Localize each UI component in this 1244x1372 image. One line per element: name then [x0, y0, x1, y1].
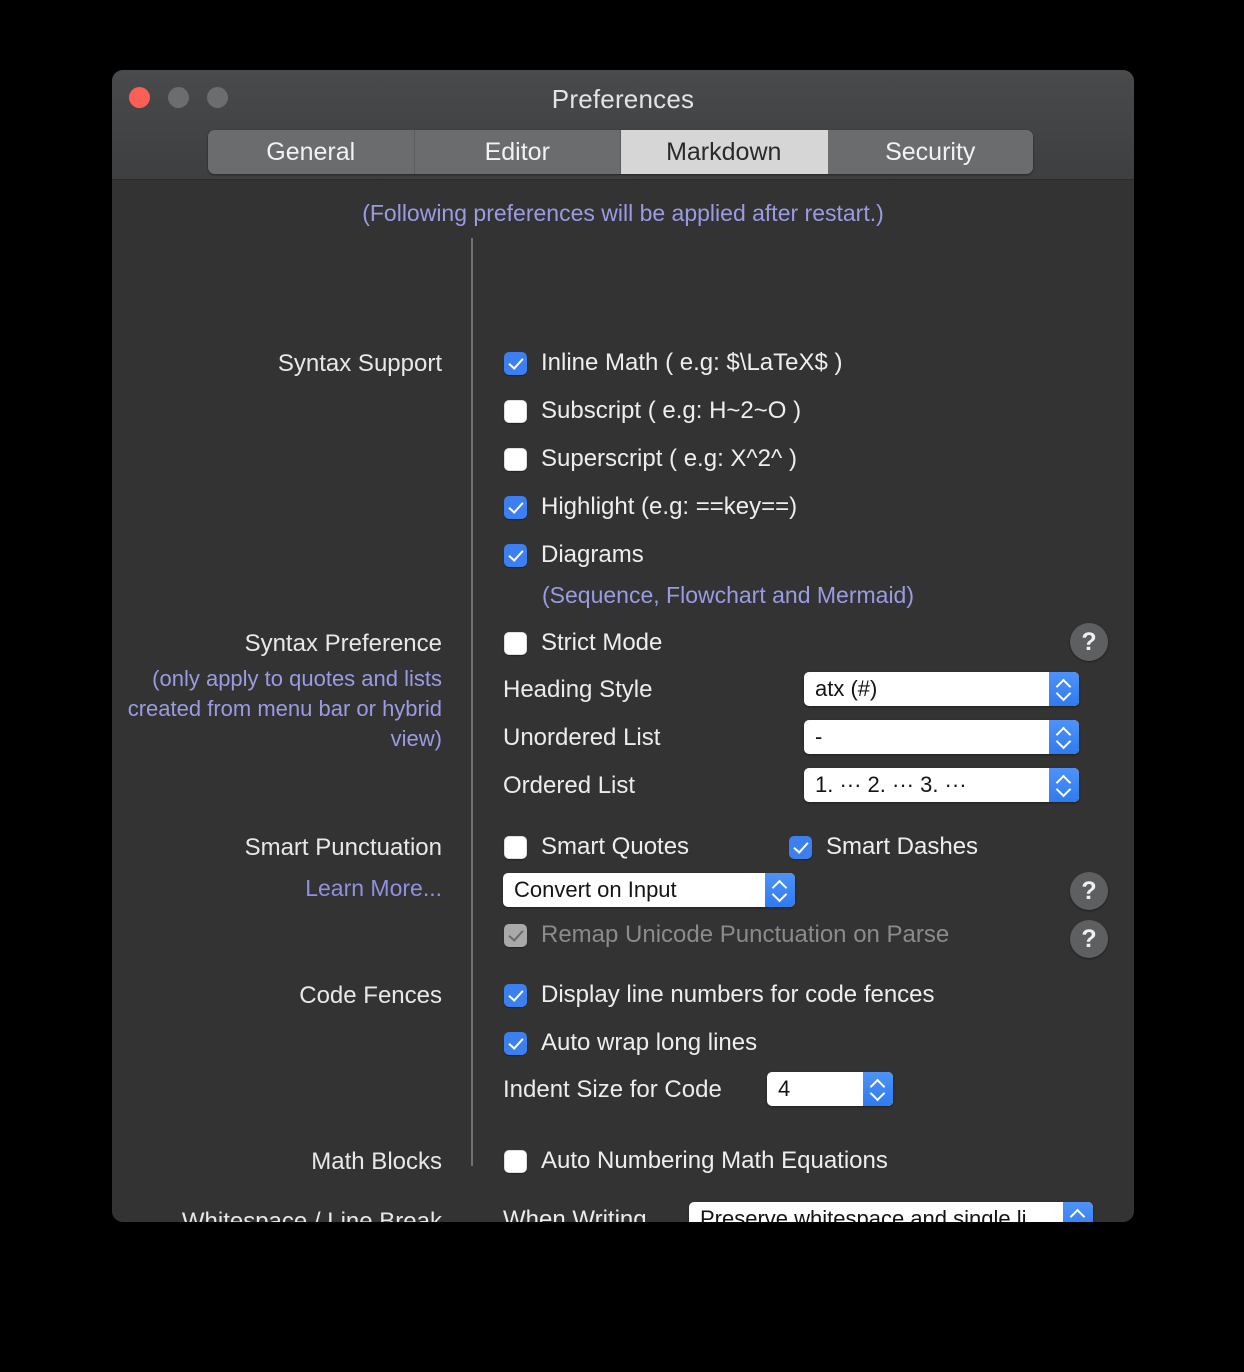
checkbox-subscript[interactable]: Subscript ( e.g: H~2~O ) — [504, 397, 801, 425]
select-value: atx (#) — [815, 676, 878, 701]
checkbox-inline-math[interactable]: Inline Math ( e.g: $\LaTeX$ ) — [504, 349, 843, 377]
checkbox-display-line-numbers[interactable]: Display line numbers for code fences — [504, 981, 935, 1009]
checkbox-auto-wrap-long-lines[interactable]: Auto wrap long lines — [504, 1029, 757, 1057]
chevron-updown-icon — [765, 873, 795, 907]
learn-more-smart-punctuation[interactable]: Learn More... — [112, 875, 442, 902]
checkbox-label: Superscript ( e.g: X^2^ ) — [541, 445, 797, 472]
field-label-unordered-list: Unordered List — [503, 724, 661, 751]
help-button-smart-punctuation[interactable]: ? — [1070, 872, 1108, 910]
checkbox-box-icon — [504, 543, 527, 567]
select-heading-style[interactable]: atx (#) — [804, 672, 1079, 706]
checkbox-remap-unicode-punctuation: Remap Unicode Punctuation on Parse — [504, 921, 949, 949]
field-label-indent-size: Indent Size for Code — [503, 1076, 722, 1103]
stepper-value: 4 — [778, 1076, 791, 1101]
checkbox-label: Subscript ( e.g: H~2~O ) — [541, 397, 802, 424]
field-label-heading-style: Heading Style — [503, 676, 653, 703]
chevron-updown-icon — [1049, 672, 1079, 706]
tab-security[interactable]: Security — [827, 130, 1033, 174]
checkbox-label: Auto Numbering Math Equations — [541, 1147, 888, 1174]
select-convert-mode[interactable]: Convert on Input — [503, 873, 795, 907]
tab-markdown[interactable]: Markdown — [621, 130, 828, 174]
checkbox-box-icon — [504, 835, 527, 859]
checkbox-box-icon — [504, 495, 527, 519]
checkbox-label: Diagrams — [541, 541, 644, 568]
checkbox-box-icon — [504, 923, 527, 947]
checkbox-smart-dashes[interactable]: Smart Dashes — [789, 833, 978, 861]
checkbox-label: Inline Math ( e.g: $\LaTeX$ ) — [541, 349, 843, 376]
checkbox-box-icon — [504, 1031, 527, 1055]
checkbox-smart-quotes[interactable]: Smart Quotes — [504, 833, 689, 861]
chevron-updown-icon — [863, 1072, 893, 1106]
preferences-tabbar: General Editor Markdown Security — [208, 130, 1033, 174]
checkbox-auto-numbering-math[interactable]: Auto Numbering Math Equations — [504, 1147, 888, 1175]
window-title: Preferences — [551, 84, 695, 114]
section-sublabel-syntax-preference: (only apply to quotes and lists created … — [127, 666, 442, 751]
select-value: Convert on Input — [514, 877, 677, 902]
tab-editor[interactable]: Editor — [414, 130, 621, 174]
checkbox-box-icon — [504, 1149, 527, 1173]
diagrams-note: (Sequence, Flowchart and Mermaid) — [542, 582, 914, 608]
help-button-remap-unicode[interactable]: ? — [1070, 920, 1108, 958]
select-unordered-list[interactable]: - — [804, 720, 1079, 754]
tab-general[interactable]: General — [208, 130, 415, 174]
section-label-syntax-preference: Syntax Preference — [244, 630, 442, 657]
select-value: - — [815, 724, 823, 749]
column-divider — [471, 238, 473, 1166]
select-when-writing[interactable]: Preserve whitespace and single li — [689, 1202, 1093, 1222]
checkbox-box-icon — [789, 835, 812, 859]
checkbox-strict-mode[interactable]: Strict Mode — [504, 629, 662, 657]
field-label-when-writing: When Writing — [503, 1206, 647, 1222]
section-label-smart-punctuation: Smart Punctuation — [244, 834, 442, 861]
checkbox-label: Display line numbers for code fences — [541, 981, 935, 1008]
checkbox-label: Smart Quotes — [541, 833, 690, 860]
checkbox-diagrams[interactable]: Diagrams — [504, 541, 644, 569]
section-label-whitespace: Whitespace / Line Break — [181, 1208, 442, 1222]
preferences-window: Preferences General Editor Markdown Secu… — [112, 70, 1134, 1222]
select-value: Preserve whitespace and single li — [700, 1206, 1027, 1222]
section-label-code-fences: Code Fences — [299, 982, 442, 1009]
checkbox-label: Smart Dashes — [826, 833, 979, 860]
checkbox-box-icon — [504, 983, 527, 1007]
help-button-syntax-preference[interactable]: ? — [1070, 623, 1108, 661]
checkbox-box-icon — [504, 399, 527, 423]
field-label-ordered-list: Ordered List — [503, 772, 636, 799]
checkbox-label: Strict Mode — [541, 629, 663, 656]
preferences-content: (Following preferences will be applied a… — [112, 180, 1134, 1222]
restart-notice: (Following preferences will be applied a… — [362, 200, 884, 226]
checkbox-label: Highlight (e.g: ==key==) — [541, 493, 798, 520]
chevron-updown-icon — [1049, 720, 1079, 754]
select-value: 1. ··· 2. ··· 3. ··· — [815, 772, 967, 797]
checkbox-superscript[interactable]: Superscript ( e.g: X^2^ ) — [504, 445, 797, 473]
select-ordered-list[interactable]: 1. ··· 2. ··· 3. ··· — [804, 768, 1079, 802]
checkbox-box-icon — [504, 447, 527, 471]
checkbox-highlight[interactable]: Highlight (e.g: ==key==) — [504, 493, 797, 521]
checkbox-box-icon — [504, 351, 527, 375]
stepper-indent-size[interactable]: 4 — [767, 1072, 893, 1106]
chevron-updown-icon — [1049, 768, 1079, 802]
screen: Preferences General Editor Markdown Secu… — [0, 0, 1244, 1372]
checkbox-box-icon — [504, 631, 527, 655]
checkbox-label: Remap Unicode Punctuation on Parse — [541, 921, 950, 948]
chevron-updown-icon — [1063, 1202, 1093, 1222]
checkbox-label: Auto wrap long lines — [541, 1029, 758, 1056]
section-label-math-blocks: Math Blocks — [311, 1148, 442, 1175]
window-titlebar: Preferences General Editor Markdown Secu… — [112, 70, 1134, 180]
section-label-syntax-support: Syntax Support — [277, 350, 442, 377]
